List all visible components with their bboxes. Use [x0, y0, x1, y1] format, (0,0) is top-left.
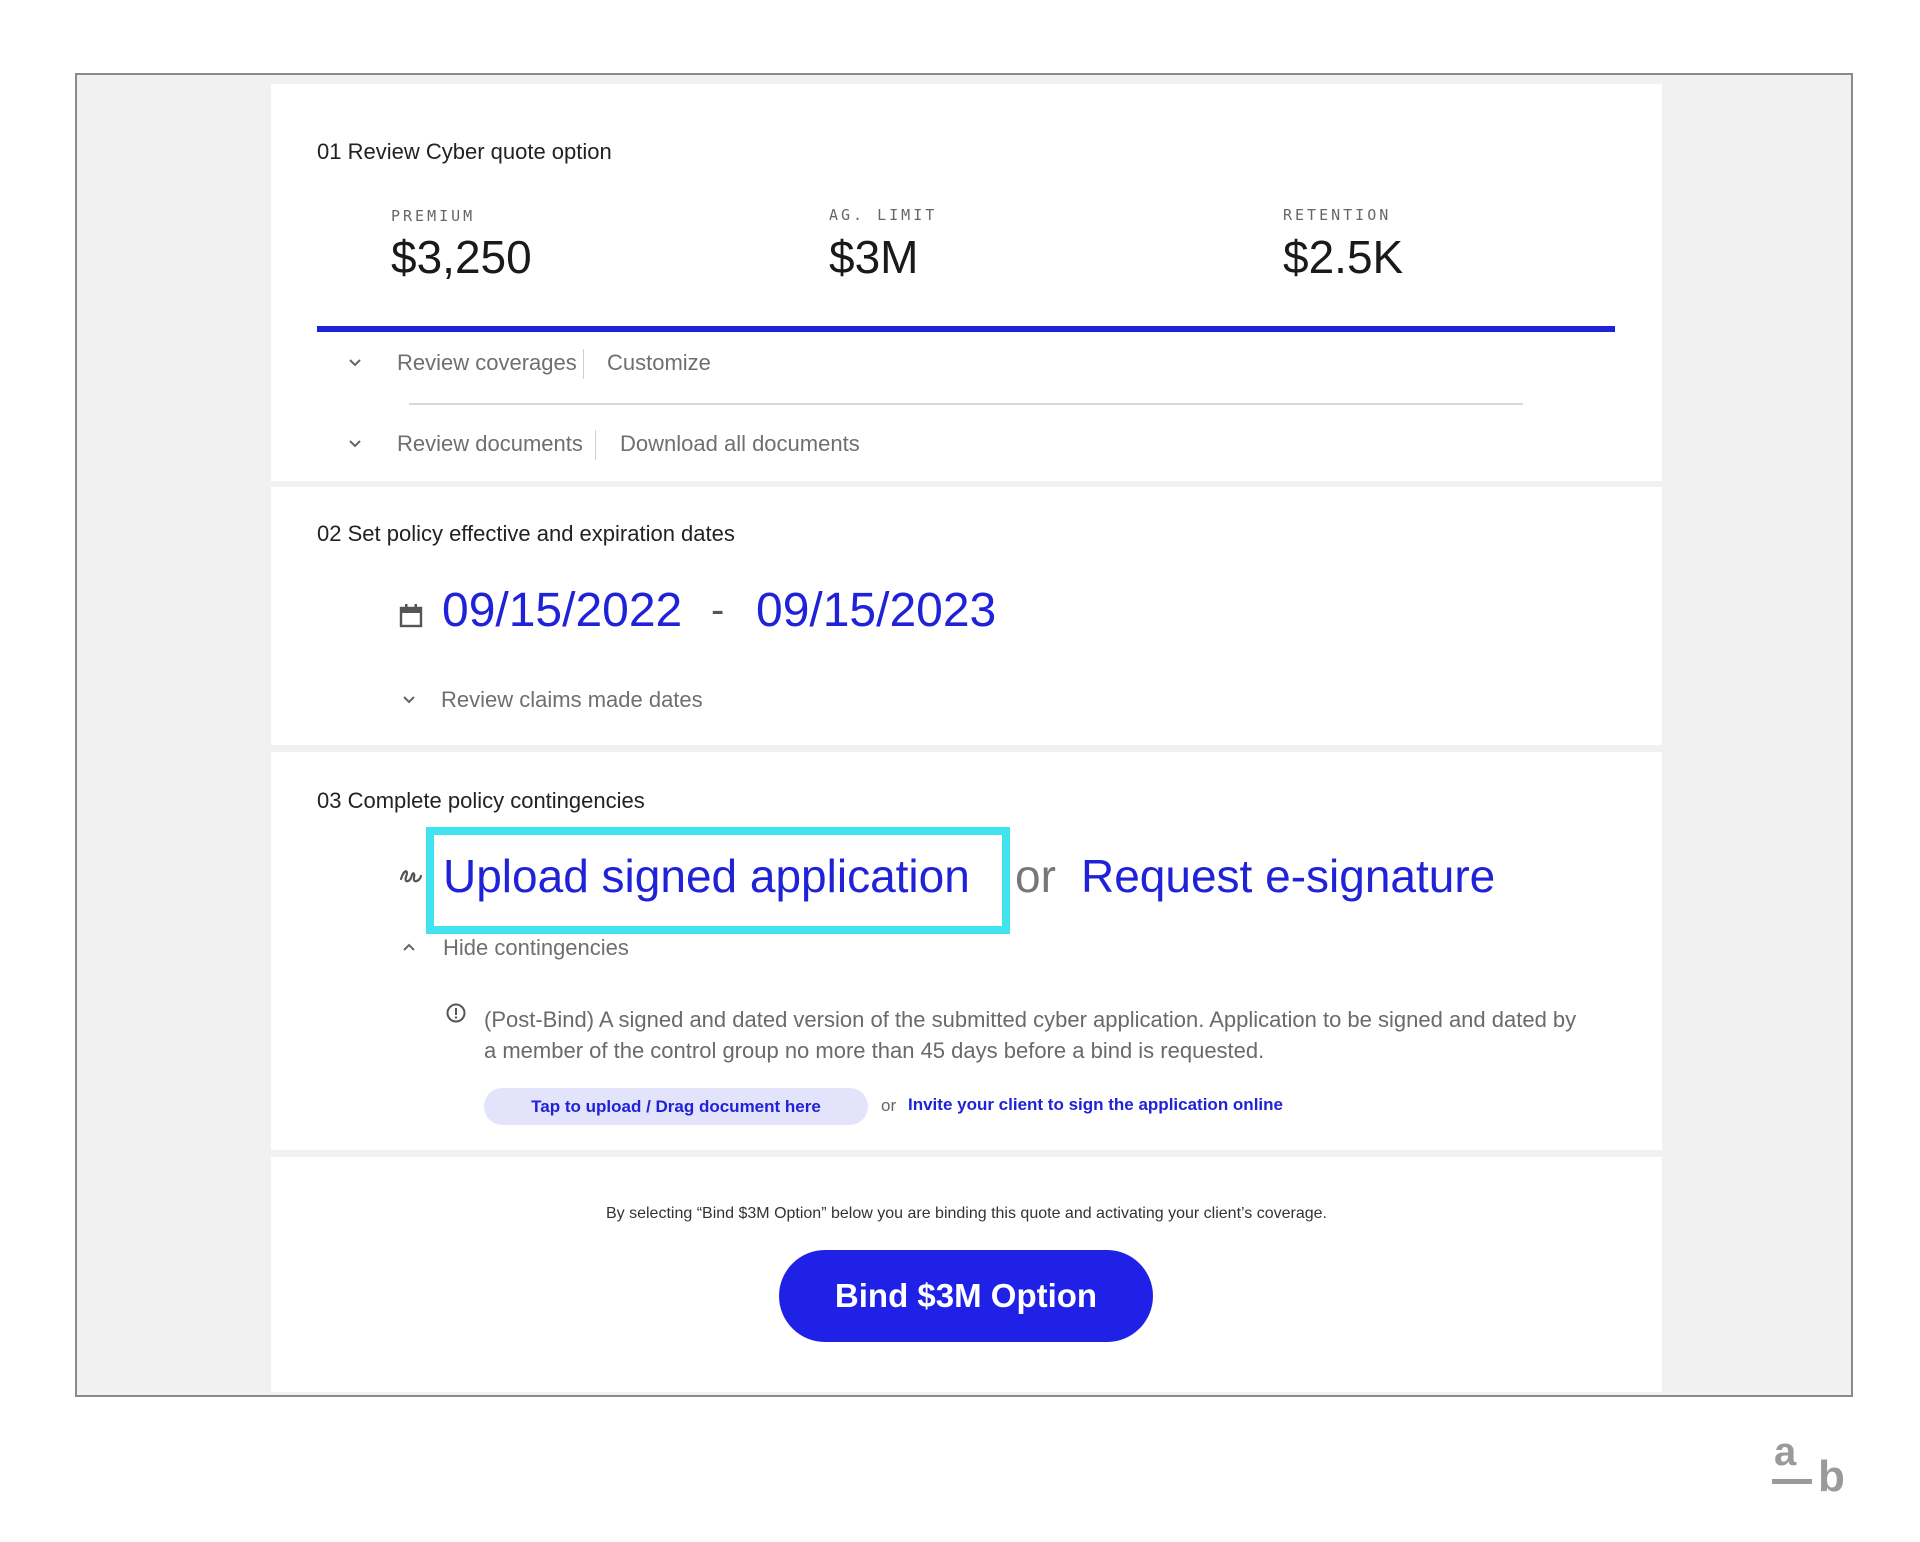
focus-highlight	[426, 827, 1010, 934]
section-title: 01 Review Cyber quote option	[317, 139, 612, 164]
info-icon	[445, 1002, 467, 1024]
logo-line	[1772, 1479, 1812, 1484]
row-divider	[409, 403, 1523, 405]
or-text: or	[881, 1096, 897, 1115]
or-text: or	[1015, 850, 1056, 902]
premium-label: PREMIUM	[391, 207, 476, 225]
invite-client-sign-link[interactable]: Invite your client to sign the applicati…	[908, 1095, 1283, 1115]
premium-value: $3,250	[391, 231, 532, 283]
contingency-description: (Post-Bind) A signed and dated version o…	[484, 1007, 1577, 1063]
review-documents-link[interactable]: Review documents	[397, 431, 583, 457]
section-bind: By selecting “Bind $3M Option” below you…	[271, 1157, 1662, 1392]
chevron-up-icon[interactable]	[397, 935, 421, 959]
app-frame: 01 Review Cyber quote option PREMIUM $3,…	[75, 73, 1853, 1397]
upload-document-button[interactable]: Tap to upload / Drag document here	[484, 1088, 868, 1125]
review-claims-dates-link[interactable]: Review claims made dates	[441, 687, 703, 713]
expiration-date[interactable]: 09/15/2023	[756, 583, 996, 638]
logo-letter-b: b	[1818, 1452, 1845, 1501]
request-esignature-link[interactable]: Request e-signature	[1081, 849, 1495, 903]
section-policy-dates: 02 Set policy effective and expiration d…	[271, 487, 1662, 745]
divider	[595, 430, 596, 460]
brand-logo: a b	[1770, 1430, 1860, 1501]
chevron-down-icon[interactable]	[397, 687, 421, 711]
chevron-down-icon[interactable]	[343, 431, 367, 455]
section-review-quote: 01 Review Cyber quote option PREMIUM $3,…	[271, 84, 1662, 481]
limit-label: AG. LIMIT	[829, 206, 938, 224]
divider	[583, 349, 584, 379]
download-all-documents-link[interactable]: Download all documents	[620, 431, 860, 457]
section-title: 03 Complete policy contingencies	[317, 788, 645, 813]
customize-link[interactable]: Customize	[607, 350, 711, 376]
hide-contingencies-link[interactable]: Hide contingencies	[443, 935, 629, 961]
chevron-down-icon[interactable]	[343, 350, 367, 374]
section-contingencies: 03 Complete policy contingencies Upload …	[271, 752, 1662, 1150]
retention-label: RETENTION	[1283, 206, 1392, 224]
bind-disclaimer: By selecting “Bind $3M Option” below you…	[605, 1205, 1327, 1222]
date-separator: -	[711, 588, 725, 632]
effective-date[interactable]: 09/15/2022	[442, 583, 682, 638]
selected-option-bar	[317, 326, 1615, 332]
limit-value: $3M	[829, 231, 919, 283]
signature-icon	[398, 865, 424, 889]
section-title: 02 Set policy effective and expiration d…	[317, 521, 735, 546]
logo-letter-a: a	[1774, 1430, 1797, 1474]
review-coverages-link[interactable]: Review coverages	[397, 350, 577, 376]
bind-option-button[interactable]: Bind $3M Option	[779, 1250, 1153, 1342]
calendar-icon	[399, 603, 423, 629]
retention-value: $2.5K	[1283, 231, 1404, 283]
